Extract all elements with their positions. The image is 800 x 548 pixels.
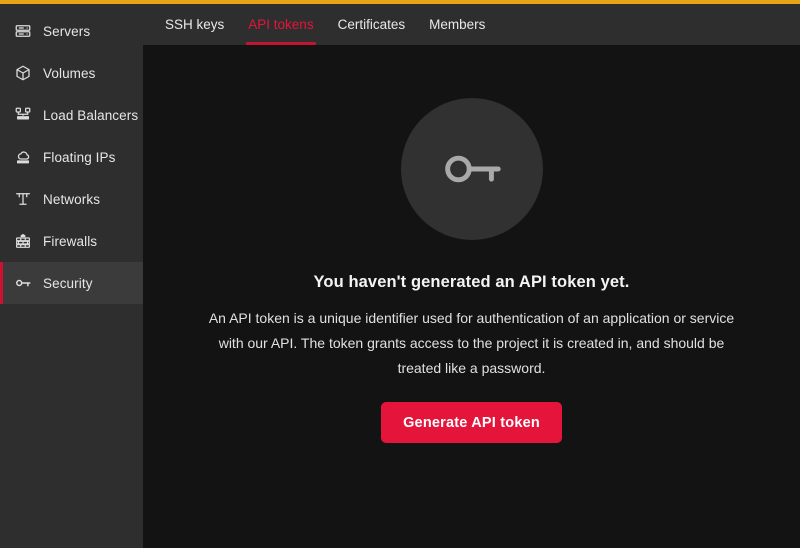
tab-bar: SSH keys API tokens Certificates Members xyxy=(143,4,800,45)
sidebar-item-label: Floating IPs xyxy=(43,150,115,165)
server-icon xyxy=(14,22,32,40)
sidebar-item-networks[interactable]: Networks xyxy=(0,178,143,220)
empty-state-title: You haven't generated an API token yet. xyxy=(314,273,630,292)
empty-state-icon-circle xyxy=(401,98,543,240)
tab-members[interactable]: Members xyxy=(417,4,497,45)
main-content: SSH keys API tokens Certificates Members xyxy=(143,4,800,548)
tab-ssh-keys[interactable]: SSH keys xyxy=(153,4,236,45)
sidebar-item-volumes[interactable]: Volumes xyxy=(0,52,143,94)
sidebar-item-load-balancers[interactable]: Load Balancers xyxy=(0,94,143,136)
generate-api-token-button[interactable]: Generate API token xyxy=(381,402,562,443)
sidebar-item-label: Networks xyxy=(43,192,100,207)
floating-ip-icon xyxy=(14,148,32,166)
sidebar-item-label: Servers xyxy=(43,24,90,39)
empty-state: You haven't generated an API token yet. … xyxy=(143,45,800,548)
sidebar-item-label: Firewalls xyxy=(43,234,97,249)
tab-certificates[interactable]: Certificates xyxy=(326,4,418,45)
tab-label: Members xyxy=(429,17,485,32)
body-row: Servers Volumes xyxy=(0,4,800,548)
tab-label: Certificates xyxy=(338,17,406,32)
app-root: Servers Volumes xyxy=(0,0,800,548)
sidebar: Servers Volumes xyxy=(0,4,143,548)
key-icon xyxy=(435,132,509,206)
network-icon xyxy=(14,190,32,208)
volume-cube-icon xyxy=(14,64,32,82)
tab-label: SSH keys xyxy=(165,17,224,32)
sidebar-item-floating-ips[interactable]: Floating IPs xyxy=(0,136,143,178)
tab-api-tokens[interactable]: API tokens xyxy=(236,4,325,45)
key-icon xyxy=(14,274,32,292)
sidebar-item-servers[interactable]: Servers xyxy=(0,10,143,52)
sidebar-item-label: Security xyxy=(43,276,93,291)
tab-label: API tokens xyxy=(248,17,313,32)
load-balancer-icon xyxy=(14,106,32,124)
empty-state-description: An API token is a unique identifier used… xyxy=(199,306,744,381)
sidebar-item-label: Volumes xyxy=(43,66,95,81)
sidebar-item-security[interactable]: Security xyxy=(0,262,143,304)
sidebar-item-firewalls[interactable]: Firewalls xyxy=(0,220,143,262)
firewall-icon xyxy=(14,232,32,250)
sidebar-item-label: Load Balancers xyxy=(43,108,138,123)
